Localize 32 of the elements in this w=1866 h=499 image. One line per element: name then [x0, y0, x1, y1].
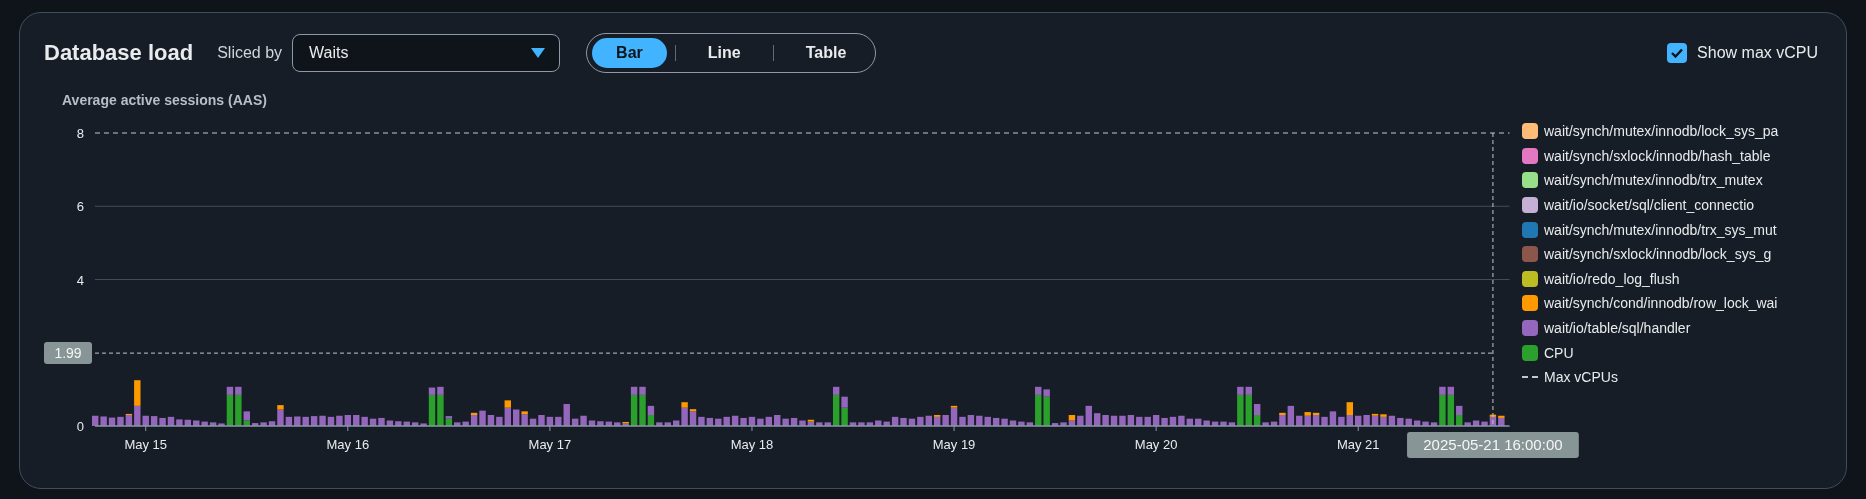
legend-label: Max vCPUs: [1544, 369, 1618, 386]
legend-label: wait/io/socket/sql/client_connectio: [1544, 197, 1755, 214]
checkbox-label: Show max vCPU: [1697, 44, 1818, 62]
legend-label: wait/synch/sxlock/innodb/lock_sys_g: [1544, 246, 1772, 263]
x-tick-label: May 21: [1336, 437, 1380, 452]
y-tick-label: 4: [76, 272, 84, 288]
x-tick-label: May 15: [124, 437, 168, 452]
legend-label: wait/io/table/sql/handler: [1544, 320, 1691, 337]
legend-label: wait/synch/mutex/innodb/lock_sys_pa: [1544, 123, 1779, 140]
panel-title: Database load: [44, 40, 194, 66]
view-tab[interactable]: Bar: [592, 38, 667, 68]
y-tick-label: 6: [76, 199, 84, 215]
legend-label: wait/synch/cond/innodb/row_lock_wai: [1544, 295, 1778, 312]
view-tab[interactable]: Line: [683, 38, 765, 68]
crosshair-time-label: 2025-05-21 16:00:00: [1407, 432, 1579, 458]
x-tick-label: May 20: [1134, 437, 1178, 452]
crosshair-value-label: 1.99: [44, 342, 92, 365]
x-tick-label: May 18: [730, 437, 774, 452]
x-tick-label: May 19: [932, 437, 976, 452]
y-axis-title: Average active sessions (AAS): [62, 91, 268, 109]
legend-label: wait/synch/sxlock/innodb/hash_table: [1544, 147, 1771, 164]
x-tick-label: May 17: [528, 437, 572, 452]
legend-label: CPU: [1544, 344, 1574, 361]
slice-label: Sliced by: [217, 44, 283, 62]
y-tick-label: 0: [76, 419, 84, 434]
view-tab[interactable]: Table: [781, 38, 871, 68]
legend-label: wait/synch/mutex/innodb/trx_mutex: [1544, 172, 1763, 189]
legend-label: wait/synch/mutex/innodb/trx_sys_mut: [1544, 221, 1777, 238]
x-tick-label: May 16: [326, 437, 370, 452]
slice-dropdown[interactable]: Waits: [292, 34, 561, 72]
y-tick-label: 8: [76, 126, 84, 141]
legend-label: wait/io/redo_log_flush: [1544, 270, 1680, 287]
